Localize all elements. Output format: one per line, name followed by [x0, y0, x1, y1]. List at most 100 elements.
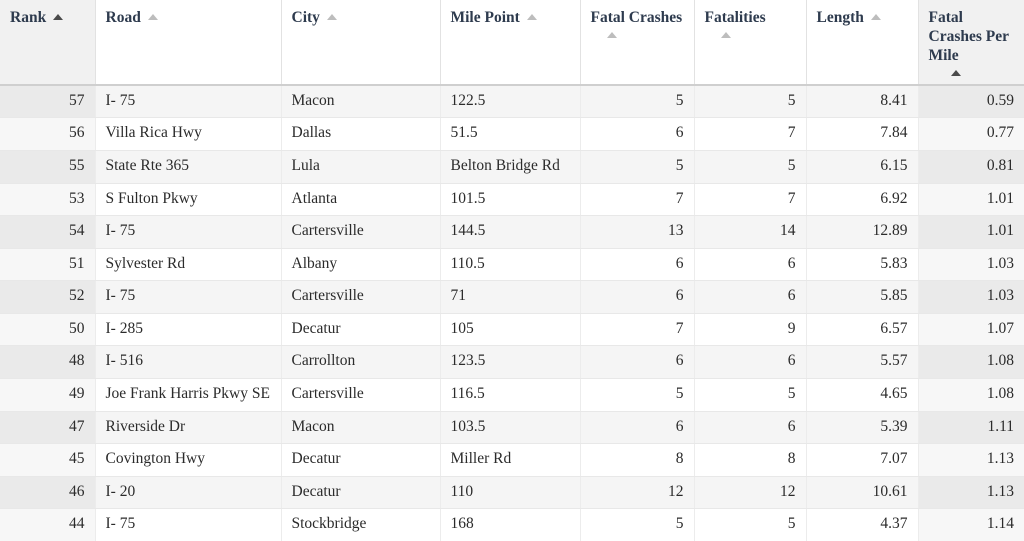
fatal-crashes-table: Rank Road City Mile Point Fatal Crashes Fatal…: [0, 0, 1024, 541]
column-header-mile_point[interactable]: Mile Point: [440, 0, 581, 86]
cell-length: 8.41: [806, 84, 919, 119]
cell-fatalities: 6: [694, 280, 807, 314]
cell-fatalities: 6: [694, 411, 807, 445]
sort-asc-icon[interactable]: [606, 31, 617, 38]
table-row[interactable]: 54 I- 75 Cartersville 144.5 13 14 12.89 1.01: [0, 215, 1024, 249]
table-header: Rank Road City Mile Point Fatal Crashes Fatal…: [0, 0, 1024, 86]
table-row[interactable]: 44 I- 75 Stockbridge 168 5 5 4.37 1.14: [0, 508, 1024, 541]
cell-fatal_crashes_per_mile: 0.59: [918, 84, 1024, 119]
cell-length: 4.65: [806, 378, 919, 412]
column-header-fatal_crashes_per_mile[interactable]: Fatal Crashes Per Mile: [918, 0, 1024, 86]
column-header-label: Rank: [10, 9, 85, 28]
cell-fatal_crashes_per_mile: 1.03: [918, 280, 1024, 314]
cell-fatal_crashes: 7: [580, 183, 695, 217]
column-header-label: Mile Point: [451, 9, 570, 28]
cell-city: Lula: [281, 150, 441, 184]
column-header-length[interactable]: Length: [806, 0, 919, 86]
cell-city: Decatur: [281, 443, 441, 477]
cell-mile_point: 144.5: [440, 215, 581, 249]
cell-fatalities: 5: [694, 378, 807, 412]
sort-asc-icon[interactable]: [950, 69, 961, 76]
cell-rank: 54: [0, 215, 96, 249]
header-row: Rank Road City Mile Point Fatal Crashes Fatal…: [0, 0, 1024, 86]
table-row[interactable]: 46 I- 20 Decatur 110 12 12 10.61 1.13: [0, 476, 1024, 510]
table-row[interactable]: 45 Covington Hwy Decatur Miller Rd 8 8 7.07 1.1…: [0, 443, 1024, 477]
cell-fatal_crashes_per_mile: 1.13: [918, 476, 1024, 510]
cell-fatal_crashes: 12: [580, 476, 695, 510]
cell-fatal_crashes: 7: [580, 313, 695, 347]
cell-fatalities: 5: [694, 508, 807, 541]
cell-length: 5.85: [806, 280, 919, 314]
cell-fatal_crashes: 5: [580, 378, 695, 412]
cell-mile_point: 122.5: [440, 84, 581, 119]
cell-fatal_crashes_per_mile: 1.01: [918, 215, 1024, 249]
cell-rank: 44: [0, 508, 96, 541]
cell-city: Cartersville: [281, 215, 441, 249]
cell-city: Cartersville: [281, 378, 441, 412]
cell-mile_point: 71: [440, 280, 581, 314]
cell-fatal_crashes_per_mile: 1.08: [918, 345, 1024, 380]
cell-fatal_crashes: 6: [580, 411, 695, 445]
table-row[interactable]: 53 S Fulton Pkwy Atlanta 101.5 7 7 6.92 1.01: [0, 183, 1024, 217]
column-header-city[interactable]: City: [281, 0, 441, 86]
sort-asc-icon[interactable]: [720, 31, 731, 38]
sort-asc-icon[interactable]: [53, 14, 64, 20]
cell-fatal_crashes: 5: [580, 508, 695, 541]
table-body: 57 I- 75 Macon 122.5 5 5 8.41 0.59 56 Villa Rica …: [0, 84, 1024, 541]
cell-length: 5.83: [806, 248, 919, 282]
cell-rank: 51: [0, 248, 96, 282]
sort-asc-icon[interactable]: [147, 14, 158, 20]
cell-length: 6.57: [806, 313, 919, 347]
cell-fatal_crashes: 5: [580, 150, 695, 184]
table-scroll-viewport[interactable]: Rank Road City Mile Point Fatal Crashes Fatal…: [0, 0, 1024, 541]
table-row[interactable]: 51 Sylvester Rd Albany 110.5 6 6 5.83 1.03: [0, 248, 1024, 282]
table-row[interactable]: 47 Riverside Dr Macon 103.5 6 6 5.39 1.11: [0, 411, 1024, 445]
sort-asc-icon[interactable]: [326, 14, 337, 20]
cell-length: 5.39: [806, 411, 919, 445]
cell-city: Dallas: [281, 117, 441, 151]
cell-mile_point: 105: [440, 313, 581, 347]
cell-fatal_crashes_per_mile: 1.07: [918, 313, 1024, 347]
cell-rank: 55: [0, 150, 96, 184]
table-row[interactable]: 57 I- 75 Macon 122.5 5 5 8.41 0.59: [0, 84, 1024, 119]
column-header-road[interactable]: Road: [95, 0, 282, 86]
cell-road: I- 20: [95, 476, 282, 510]
sort-asc-icon[interactable]: [526, 14, 537, 20]
cell-fatal_crashes: 8: [580, 443, 695, 477]
cell-fatal_crashes: 5: [580, 84, 695, 119]
cell-city: Atlanta: [281, 183, 441, 217]
cell-city: Carrollton: [281, 345, 441, 380]
table-row[interactable]: 48 I- 516 Carrollton 123.5 6 6 5.57 1.08: [0, 345, 1024, 380]
cell-city: Decatur: [281, 476, 441, 510]
cell-fatal_crashes_per_mile: 1.14: [918, 508, 1024, 541]
cell-city: Albany: [281, 248, 441, 282]
cell-fatal_crashes: 6: [580, 248, 695, 282]
cell-rank: 49: [0, 378, 96, 412]
column-header-rank[interactable]: Rank: [0, 0, 96, 86]
cell-rank: 45: [0, 443, 96, 477]
cell-road: Riverside Dr: [95, 411, 282, 445]
cell-mile_point: 51.5: [440, 117, 581, 151]
cell-mile_point: 103.5: [440, 411, 581, 445]
column-header-label: Fatal Crashes: [590, 9, 683, 26]
cell-fatal_crashes_per_mile: 1.03: [918, 248, 1024, 282]
table-row[interactable]: 56 Villa Rica Hwy Dallas 51.5 6 7 7.84 0.77: [0, 117, 1024, 151]
cell-mile_point: 110.5: [440, 248, 581, 282]
table-row[interactable]: 50 I- 285 Decatur 105 7 9 6.57 1.07: [0, 313, 1024, 347]
column-header-fatal_crashes[interactable]: Fatal Crashes: [580, 0, 695, 86]
cell-road: I- 75: [95, 84, 282, 119]
table-row[interactable]: 55 State Rte 365 Lula Belton Bridge Rd 5 5 6.1…: [0, 150, 1024, 184]
cell-fatal_crashes_per_mile: 0.77: [918, 117, 1024, 151]
cell-rank: 47: [0, 411, 96, 445]
cell-length: 12.89: [806, 215, 919, 249]
cell-length: 4.37: [806, 508, 919, 541]
table-row[interactable]: 49 Joe Frank Harris Pkwy SE Cartersville 11…: [0, 378, 1024, 412]
column-header-label: Road: [106, 9, 271, 28]
column-header-fatalities[interactable]: Fatalities: [694, 0, 807, 86]
cell-mile_point: Belton Bridge Rd: [440, 150, 581, 184]
sort-asc-icon[interactable]: [870, 14, 881, 20]
table-row[interactable]: 52 I- 75 Cartersville 71 6 6 5.85 1.03: [0, 280, 1024, 314]
cell-rank: 57: [0, 84, 96, 119]
column-header-label: City: [292, 9, 430, 28]
cell-road: I- 516: [95, 345, 282, 380]
